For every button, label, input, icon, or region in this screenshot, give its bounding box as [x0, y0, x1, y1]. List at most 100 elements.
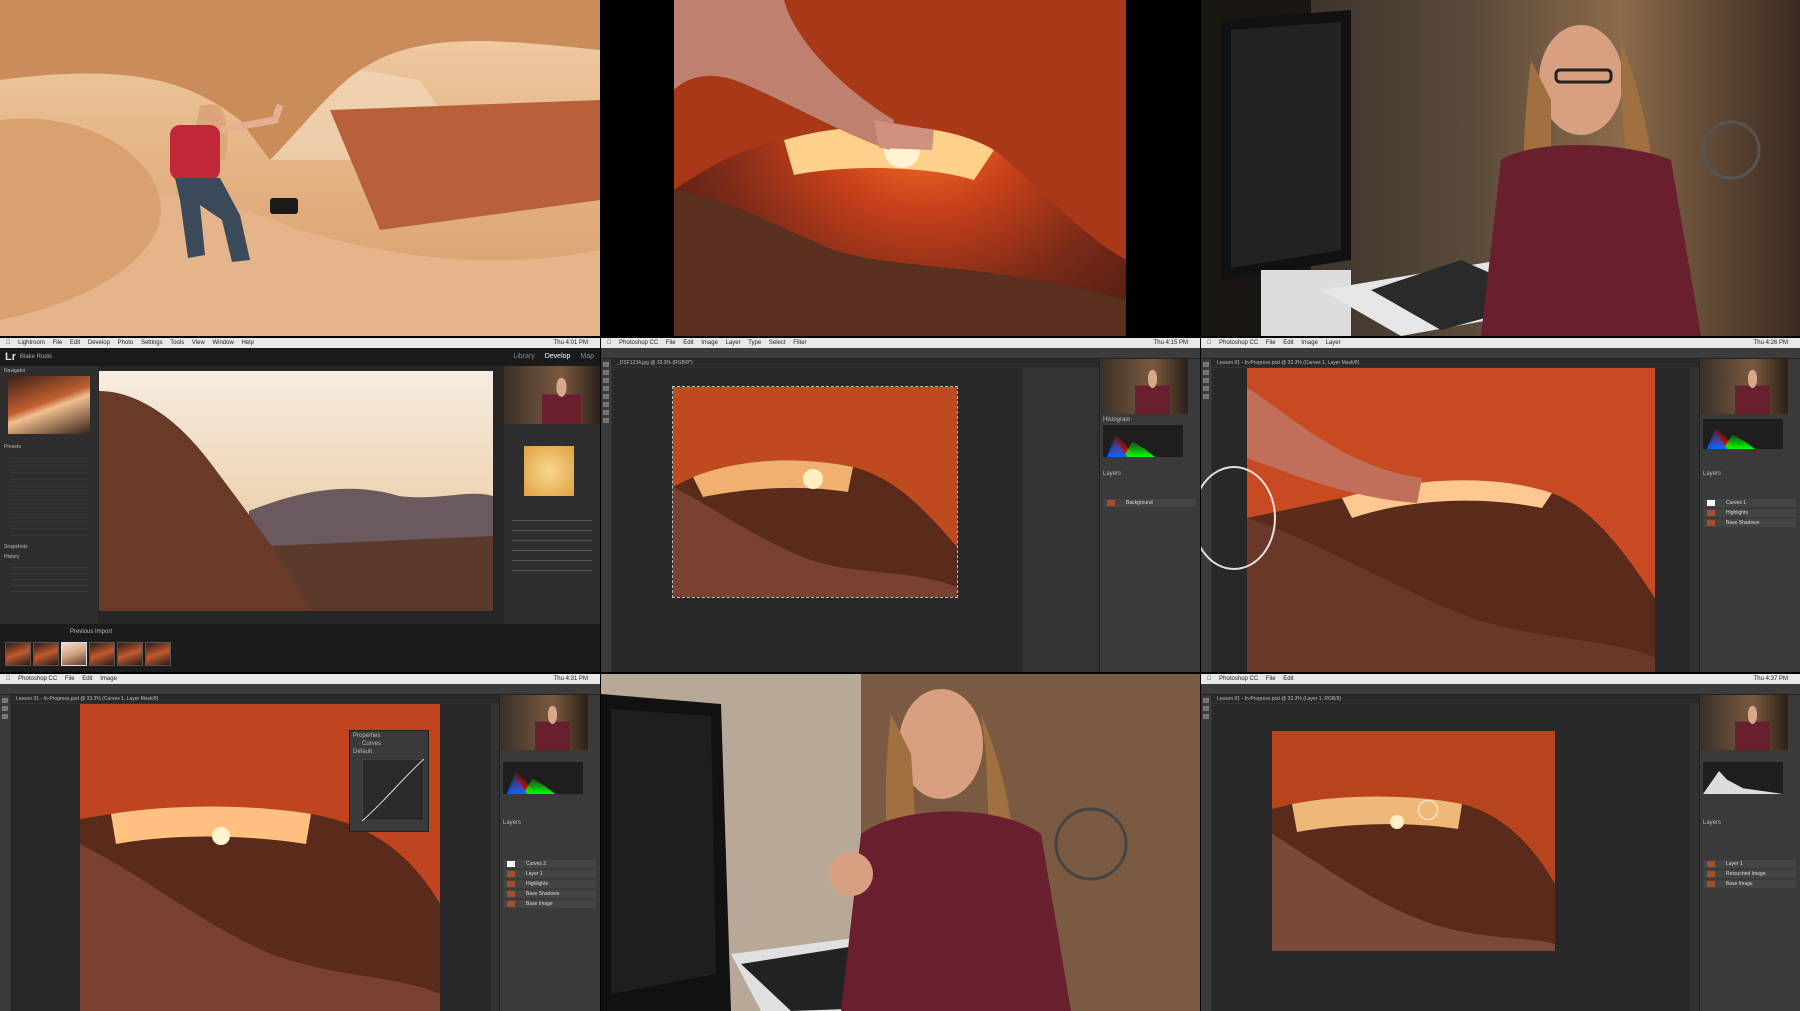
menu-image[interactable]: Image: [1301, 340, 1318, 346]
snapshots-header[interactable]: Snapshots: [0, 542, 98, 552]
layer-row[interactable]: Layer 1: [1704, 860, 1796, 868]
navigator-header[interactable]: Navigator: [0, 366, 98, 376]
document-canvas[interactable]: [672, 386, 958, 598]
layer-row[interactable]: Highlights: [504, 880, 596, 888]
menu-app[interactable]: Photoshop CC: [1219, 340, 1258, 346]
apple-icon[interactable]: : [6, 340, 11, 346]
menu-view[interactable]: View: [192, 340, 205, 346]
menu-file[interactable]: File: [1266, 676, 1276, 682]
menu-filter[interactable]: Filter: [793, 340, 806, 346]
properties-curves-panel[interactable]: Properties Curves Default: [349, 730, 429, 832]
menu-file[interactable]: File: [65, 676, 75, 682]
move-tool-icon[interactable]: [1203, 698, 1209, 703]
module-map[interactable]: Map: [580, 353, 594, 360]
brush-tool-icon[interactable]: [2, 714, 8, 719]
menu-tools[interactable]: Tools: [170, 340, 184, 346]
layers-panel-title[interactable]: Layers: [1703, 471, 1721, 477]
options-bar[interactable]: [0, 684, 600, 695]
film-thumb[interactable]: [117, 642, 143, 666]
history-header[interactable]: History: [0, 552, 98, 562]
layers-panel-title[interactable]: Layers: [503, 820, 521, 826]
eraser-tool-icon[interactable]: [1203, 394, 1209, 399]
crop-tool-icon[interactable]: [603, 386, 609, 391]
marquee-tool-icon[interactable]: [2, 706, 8, 711]
layer-row[interactable]: Retouched Image: [1704, 870, 1796, 878]
menu-layer[interactable]: Layer: [726, 340, 741, 346]
color-swatch[interactable]: [524, 446, 574, 496]
presets-header[interactable]: Presets: [0, 434, 98, 452]
eraser-tool-icon[interactable]: [603, 402, 609, 407]
marquee-tool-icon[interactable]: [603, 370, 609, 375]
menu-image[interactable]: Image: [701, 340, 718, 346]
menu-edit[interactable]: Edit: [70, 340, 80, 346]
curve-graph[interactable]: [362, 759, 424, 821]
menu-file[interactable]: File: [1266, 340, 1276, 346]
layer-row[interactable]: Curves 1: [1704, 499, 1796, 507]
canvas-area[interactable]: [1212, 704, 1690, 1011]
brush-tool-icon[interactable]: [603, 394, 609, 399]
apple-icon[interactable]: : [607, 340, 612, 346]
sliders-group[interactable]: [512, 511, 592, 571]
options-bar[interactable]: [601, 348, 1200, 359]
pen-tool-icon[interactable]: [603, 418, 609, 423]
presets-list[interactable]: [10, 452, 88, 542]
brush-tool-icon[interactable]: [1203, 386, 1209, 391]
menu-edit[interactable]: Edit: [1283, 676, 1293, 682]
menu-app[interactable]: Photoshop CC: [619, 340, 658, 346]
options-bar[interactable]: [1201, 684, 1800, 695]
menu-layer[interactable]: Layer: [1326, 340, 1341, 346]
marquee-tool-icon[interactable]: [1203, 370, 1209, 375]
film-thumb[interactable]: [145, 642, 171, 666]
menu-file[interactable]: File: [53, 340, 63, 346]
brush-tool-icon[interactable]: [1203, 706, 1209, 711]
film-thumb[interactable]: [89, 642, 115, 666]
gradient-tool-icon[interactable]: [603, 410, 609, 415]
menu-type[interactable]: Type: [748, 340, 761, 346]
canvas-area[interactable]: Properties Curves Default: [11, 704, 491, 1011]
module-library[interactable]: Library: [513, 353, 534, 360]
menu-photo[interactable]: Photo: [118, 340, 134, 346]
move-tool-icon[interactable]: [2, 698, 8, 703]
menu-image[interactable]: Image: [100, 676, 117, 682]
menu-app[interactable]: Photoshop CC: [18, 676, 57, 682]
lasso-tool-icon[interactable]: [1203, 378, 1209, 383]
menu-edit[interactable]: Edit: [82, 676, 92, 682]
lasso-tool-icon[interactable]: [603, 378, 609, 383]
menu-select[interactable]: Select: [769, 340, 786, 346]
layer-row[interactable]: Layer 1: [504, 870, 596, 878]
menu-app[interactable]: Lightroom: [18, 340, 45, 346]
menu-app[interactable]: Photoshop CC: [1219, 676, 1258, 682]
eraser-tool-icon[interactable]: [1203, 714, 1209, 719]
navigator-preview[interactable]: [8, 376, 90, 434]
move-tool-icon[interactable]: [1203, 362, 1209, 367]
layer-row[interactable]: Highlights: [1704, 509, 1796, 517]
menu-settings[interactable]: Settings: [141, 340, 163, 346]
film-thumb[interactable]: [33, 642, 59, 666]
film-thumb[interactable]: [5, 642, 31, 666]
layer-row[interactable]: Base Image: [1704, 880, 1796, 888]
module-develop[interactable]: Develop: [545, 353, 571, 360]
apple-icon[interactable]: : [6, 676, 11, 682]
menu-help[interactable]: Help: [241, 340, 253, 346]
layer-row[interactable]: Background: [1104, 499, 1196, 507]
menu-edit[interactable]: Edit: [1283, 340, 1293, 346]
menu-file[interactable]: File: [666, 340, 676, 346]
layer-row[interactable]: Base Image: [504, 900, 596, 908]
layers-panel-title[interactable]: Layers: [1703, 820, 1721, 826]
apple-icon[interactable]: : [1207, 676, 1212, 682]
film-thumb-selected[interactable]: [61, 642, 87, 666]
canvas-area[interactable]: [1201, 368, 1690, 672]
curves-preset[interactable]: Default: [353, 749, 372, 755]
layer-row[interactable]: Base Shadows: [504, 890, 596, 898]
menu-window[interactable]: Window: [212, 340, 233, 346]
canvas-area[interactable]: [612, 368, 1022, 672]
apple-icon[interactable]: : [1207, 340, 1212, 346]
histogram-panel-title[interactable]: Histogram: [1103, 417, 1130, 423]
history-list[interactable]: [10, 562, 88, 592]
menu-edit[interactable]: Edit: [683, 340, 693, 346]
menu-develop[interactable]: Develop: [88, 340, 110, 346]
layers-panel-title[interactable]: Layers: [1103, 471, 1121, 477]
options-bar[interactable]: [1201, 348, 1800, 359]
move-tool-icon[interactable]: [603, 362, 609, 367]
lr-image-view[interactable]: [99, 371, 503, 611]
